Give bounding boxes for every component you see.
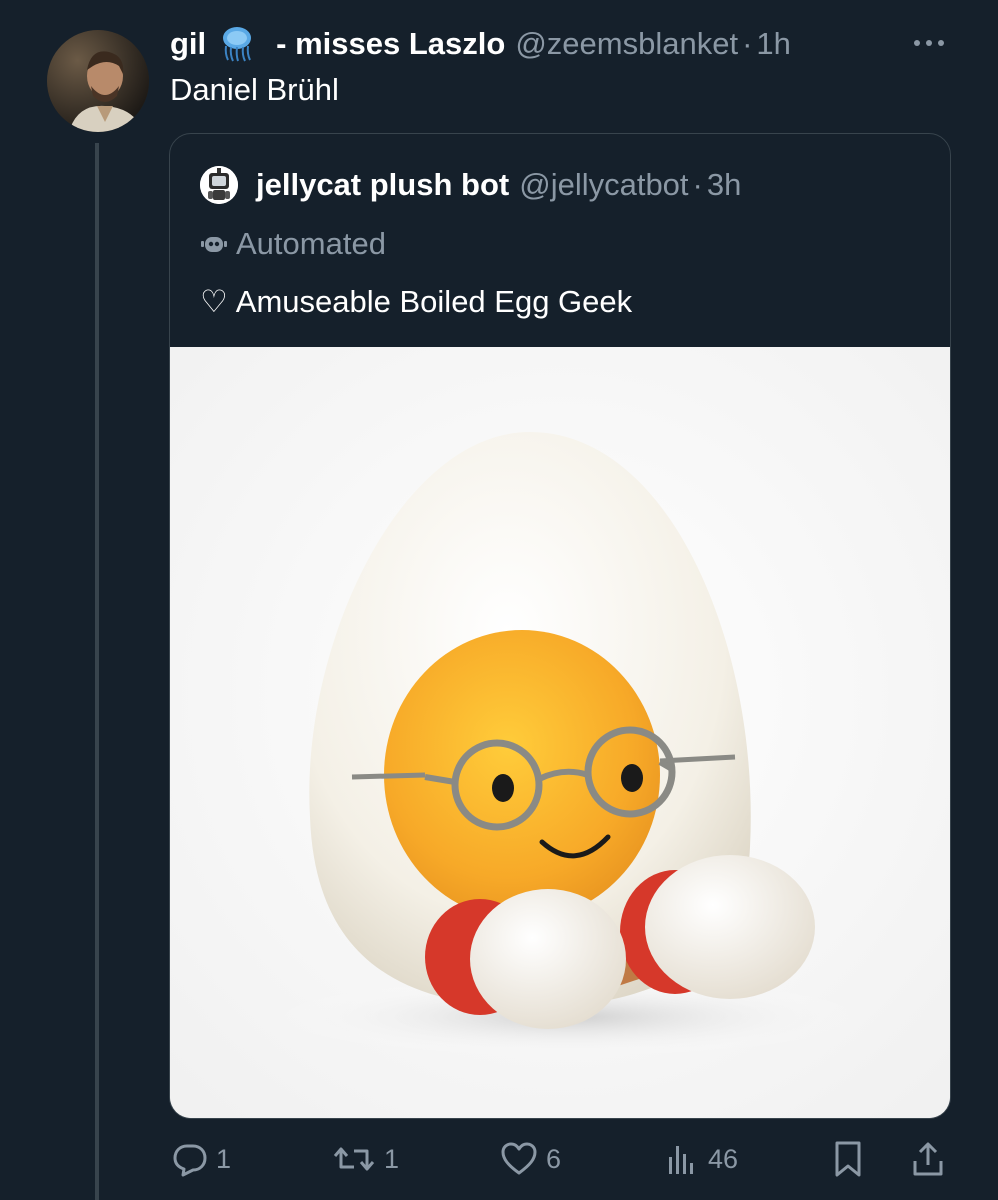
view-count: 46 <box>708 1143 739 1174</box>
display-name-suffix[interactable]: - misses Laszlo <box>276 26 505 62</box>
tweet-text: Daniel Brühl <box>170 72 339 107</box>
quoted-display-name[interactable]: jellycat plush bot <box>256 167 509 203</box>
quoted-user-handle[interactable]: @jellycatbot <box>519 167 688 203</box>
reply-icon <box>173 1144 207 1177</box>
automated-label: Automated <box>200 226 386 262</box>
tweet-page: gil - misses Laszlo @zeemsblanket · 1h D… <box>0 0 998 1200</box>
author-avatar[interactable] <box>47 30 149 132</box>
thread-line <box>95 143 99 1200</box>
action-bar: 1 1 6 46 <box>0 1135 998 1183</box>
bookmark-icon <box>835 1141 861 1177</box>
bot-avatar[interactable] <box>200 166 238 204</box>
tweet-header: gil - misses Laszlo @zeemsblanket · 1h <box>170 22 791 66</box>
heart-glyph: ♡ <box>200 284 228 319</box>
egg-plush-illustration <box>170 347 950 1118</box>
repost-icon <box>333 1147 375 1171</box>
reply-count: 1 <box>216 1143 232 1174</box>
share-button[interactable] <box>910 1135 954 1183</box>
quoted-text-content: Amuseable Boiled Egg Geek <box>235 284 633 319</box>
user-handle[interactable]: @zeemsblanket <box>515 26 738 62</box>
robot-avatar-icon <box>200 166 238 204</box>
like-count: 6 <box>546 1143 562 1174</box>
quoted-media-image[interactable] <box>170 347 950 1118</box>
heart-icon <box>501 1142 537 1175</box>
views-chart-icon <box>669 1146 693 1174</box>
display-name[interactable]: gil <box>170 26 206 62</box>
quoted-tweet-text: ♡ Amuseable Boiled Egg Geek <box>200 284 632 320</box>
repost-count: 1 <box>384 1143 400 1174</box>
jellyfish-icon <box>220 26 254 62</box>
quoted-tweet-card[interactable]: jellycat plush bot @jellycatbot · 3h Aut… <box>169 133 951 1119</box>
avatar-photo <box>47 30 149 132</box>
bookmark-button[interactable] <box>830 1135 874 1183</box>
share-icon <box>913 1142 943 1176</box>
like-button[interactable]: 6 <box>500 1135 561 1183</box>
quoted-tweet-header: jellycat plush bot @jellycatbot · 3h <box>200 166 741 204</box>
quoted-separator-dot: · <box>692 167 703 202</box>
timestamp[interactable]: 1h <box>756 26 790 62</box>
more-options-icon[interactable] <box>914 30 950 56</box>
repost-button[interactable]: 1 <box>332 1135 399 1183</box>
separator-dot: · <box>742 26 753 61</box>
bot-icon <box>201 237 227 252</box>
views-button[interactable]: 46 <box>664 1135 738 1183</box>
quoted-timestamp[interactable]: 3h <box>707 167 741 203</box>
reply-button[interactable]: 1 <box>172 1135 231 1183</box>
automated-text: Automated <box>236 226 386 261</box>
